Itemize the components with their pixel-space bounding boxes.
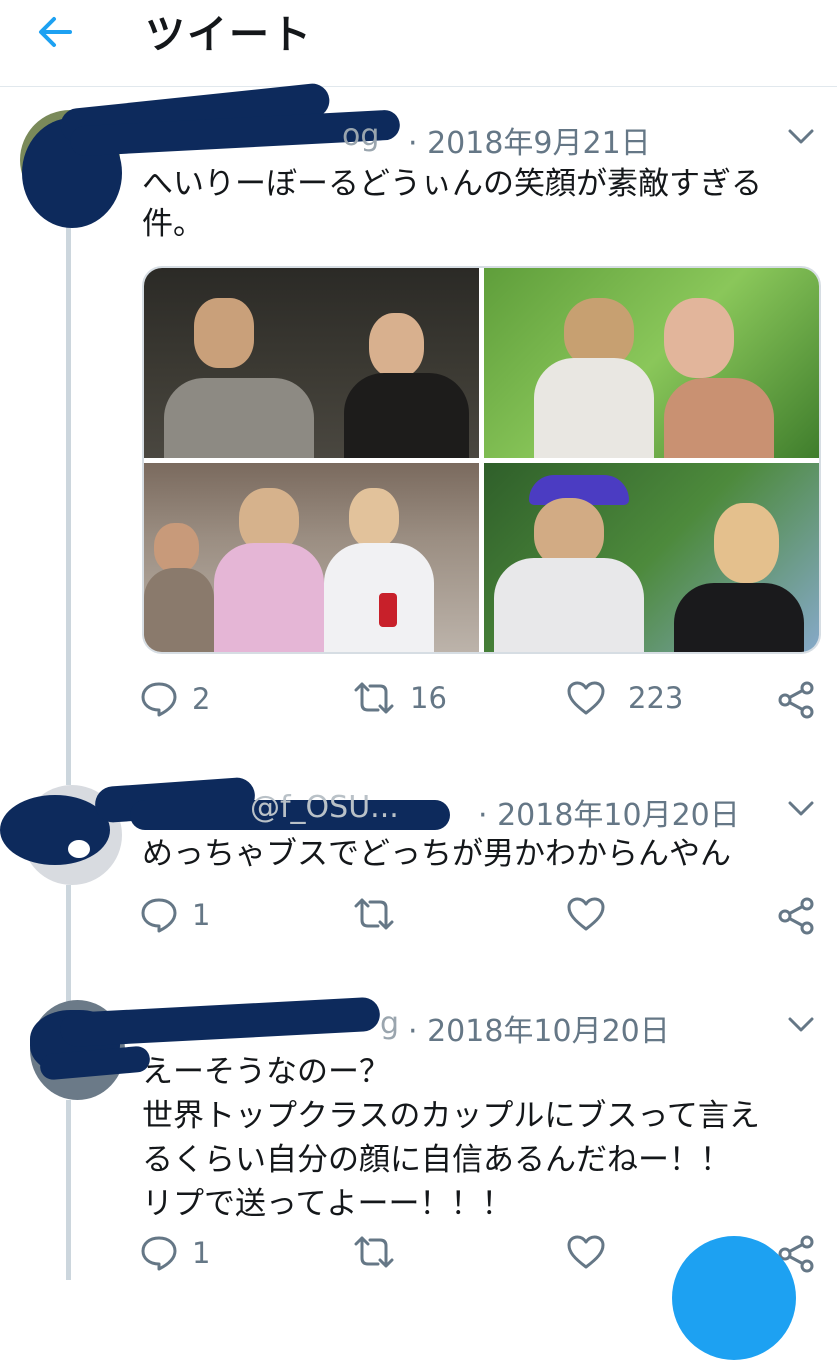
retweet-icon (354, 1236, 394, 1268)
tweet-handle: og (342, 118, 380, 153)
tweet-text: えーそうなのー？ 世界トップクラスのカップルにブスって言え るくらい自分の顔に自… (142, 1050, 802, 1226)
media-grid (142, 266, 821, 654)
share-button[interactable] (776, 680, 816, 720)
tweet-text-line: リプで送ってよーー！！！ (142, 1186, 513, 1222)
redaction-mark (59, 996, 381, 1048)
reply-icon (141, 898, 177, 933)
reply-button[interactable]: 2 (140, 680, 210, 718)
thread-line (66, 885, 71, 1005)
page-title: ツイート (145, 12, 313, 58)
retweet-button[interactable] (352, 896, 410, 932)
tweet-text-line: 件。 (142, 206, 204, 242)
like-button[interactable] (566, 1234, 620, 1270)
thread-line (66, 1100, 71, 1280)
tweet-handle: g (380, 1006, 400, 1041)
tweet-date: · 2018年10月20日 (478, 798, 740, 833)
like-button[interactable]: 223 (566, 680, 683, 716)
retweet-count: 16 (410, 681, 447, 715)
tweet-text-line: えーそうなのー？ (142, 1054, 390, 1090)
tweet-actions: 2 16 223 (140, 680, 820, 730)
like-button[interactable] (566, 896, 620, 932)
reply-icon (141, 682, 177, 717)
tweet-date: · 2018年10月20日 (408, 1014, 670, 1049)
tweet-text: へいりーぼーるどうぃんの笑顔が素敵すぎる 件。 (142, 164, 802, 244)
retweet-button[interactable]: 16 (352, 680, 447, 716)
chevron-down-icon (788, 801, 814, 816)
arrow-left-icon (39, 17, 72, 47)
thread-line (66, 215, 71, 785)
like-count: 223 (628, 681, 684, 715)
photo[interactable] (144, 268, 479, 458)
tweet-text-line: 世界トップクラスのカップルにブスって言え (142, 1098, 760, 1134)
reply-button[interactable]: 1 (140, 896, 210, 934)
reply-count: 1 (192, 1236, 211, 1270)
chevron-down-icon (788, 1017, 814, 1032)
redaction-mark (0, 795, 110, 865)
retweet-icon (354, 898, 394, 930)
retweet-button[interactable] (352, 1234, 410, 1270)
reply-button[interactable]: 1 (140, 1234, 210, 1272)
chevron-down-icon (788, 129, 814, 144)
reply-count: 2 (192, 682, 211, 716)
heart-icon (567, 897, 605, 931)
top-bar: ツイート (0, 0, 837, 87)
reply-count: 1 (192, 898, 211, 932)
tweet-text: めっちゃブスでどっちが男かわからんやん (142, 834, 802, 874)
heart-icon (567, 681, 605, 715)
tweet-menu-button[interactable] (786, 794, 816, 824)
photo[interactable] (144, 462, 479, 652)
photo[interactable] (484, 462, 819, 652)
share-icon (778, 681, 814, 719)
heart-icon (567, 1235, 605, 1269)
tweet-text-line: へいりーぼーるどうぃんの笑顔が素敵すぎる (142, 166, 762, 202)
avatar-detail (68, 840, 90, 858)
tweet-actions: 1 (140, 896, 820, 946)
share-icon (778, 897, 814, 935)
tweet-handle: @f_OSU... (250, 790, 399, 825)
retweet-icon (354, 682, 394, 714)
back-button[interactable] (30, 8, 78, 56)
reply-icon (141, 1236, 177, 1271)
tweet-text-line: めっちゃブスでどっちが男かわからんやん (142, 836, 731, 872)
photo[interactable] (484, 268, 819, 458)
share-button[interactable] (776, 896, 816, 936)
tweet-menu-button[interactable] (786, 1010, 816, 1040)
tweet-text-line: るくらい自分の顔に自信あるんだねー！！ (142, 1142, 731, 1178)
tweet-menu-button[interactable] (786, 122, 816, 152)
tweet-date: · 2018年9月21日 (408, 126, 651, 161)
compose-fab-button[interactable] (672, 1236, 796, 1360)
